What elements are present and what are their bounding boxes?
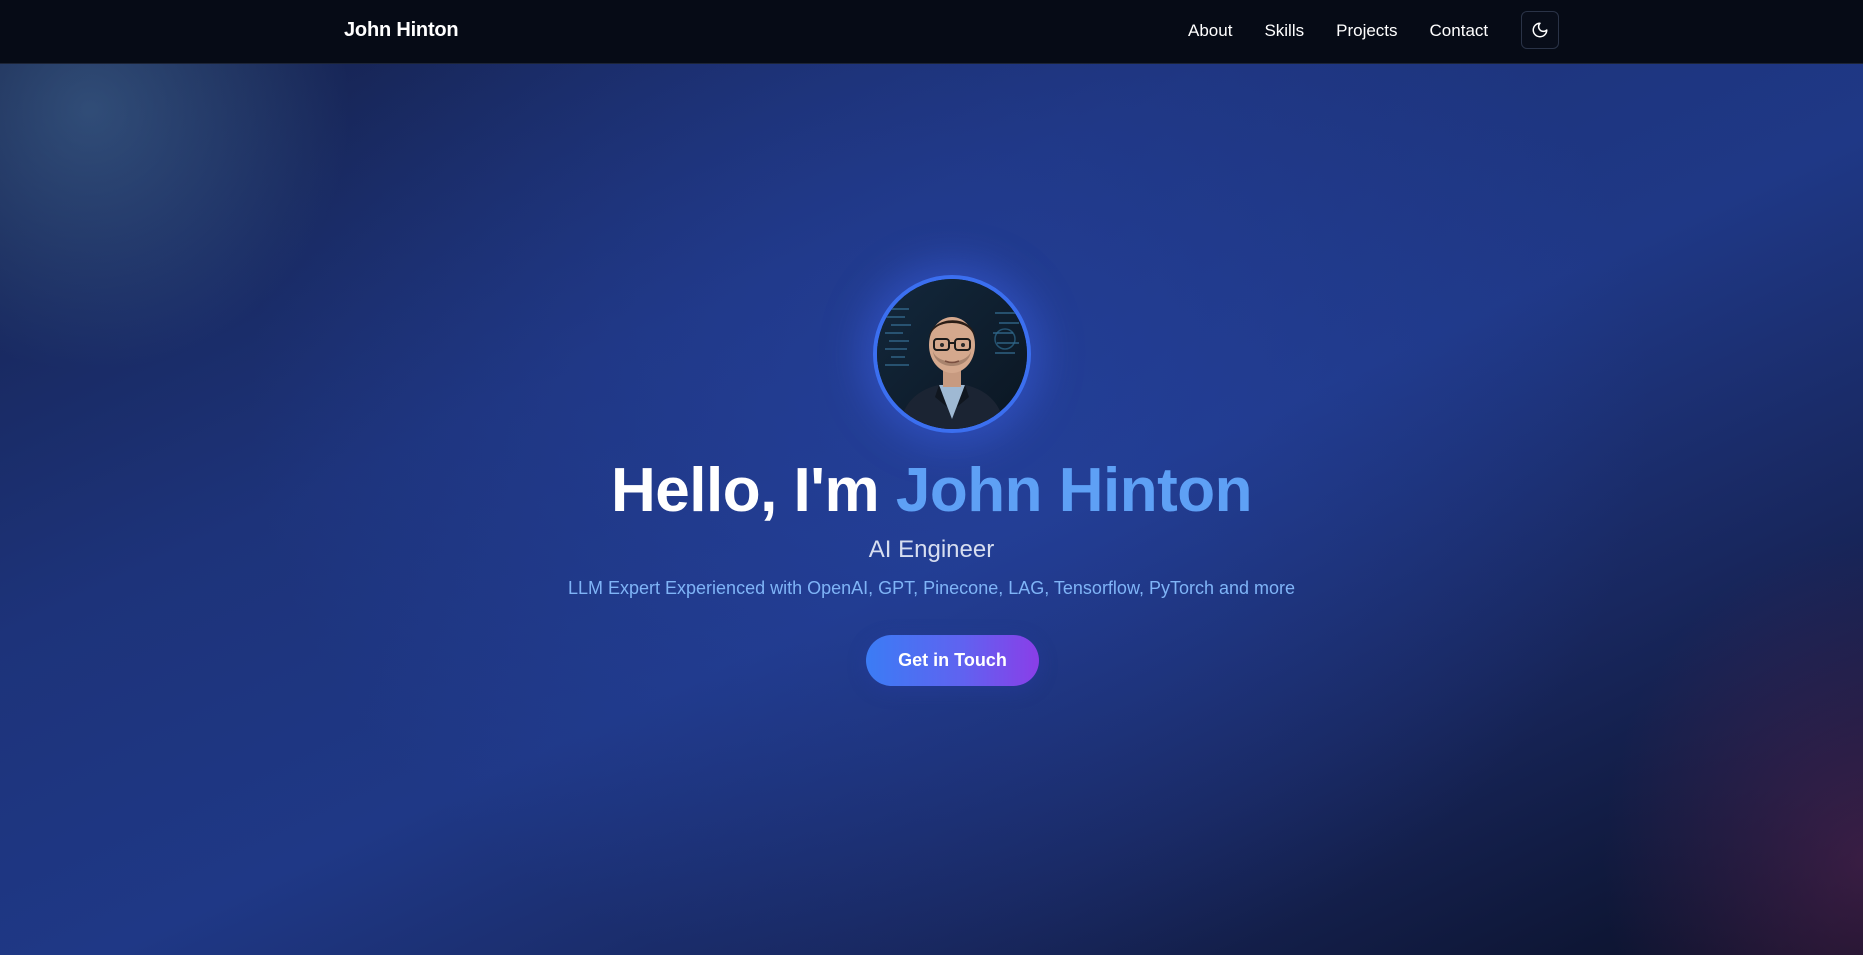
profile-photo <box>877 279 1027 429</box>
navbar: John Hinton About Skills Projects Contac… <box>0 0 1863 64</box>
nav-links: About Skills Projects Contact <box>1188 21 1488 41</box>
theme-toggle-button[interactable] <box>1521 11 1559 49</box>
nav-link-skills[interactable]: Skills <box>1264 21 1304 41</box>
hero-name: John Hinton <box>895 456 1253 525</box>
hero-role: AI Engineer <box>868 536 995 563</box>
get-in-touch-button[interactable]: Get in Touch <box>866 635 1039 686</box>
hero-tagline: LLM Expert Experienced with OpenAI, GPT,… <box>567 578 1296 598</box>
nav-link-about[interactable]: About <box>1188 21 1232 41</box>
hero-greeting: Hello, I'm <box>611 456 880 525</box>
hero-heading: Hello, I'm John Hinton <box>0 455 1863 527</box>
avatar <box>873 275 1031 433</box>
nav-link-projects[interactable]: Projects <box>1336 21 1397 41</box>
brand-logo[interactable]: John Hinton <box>344 19 459 42</box>
moon-icon <box>1532 22 1548 38</box>
nav-link-contact[interactable]: Contact <box>1430 21 1489 41</box>
